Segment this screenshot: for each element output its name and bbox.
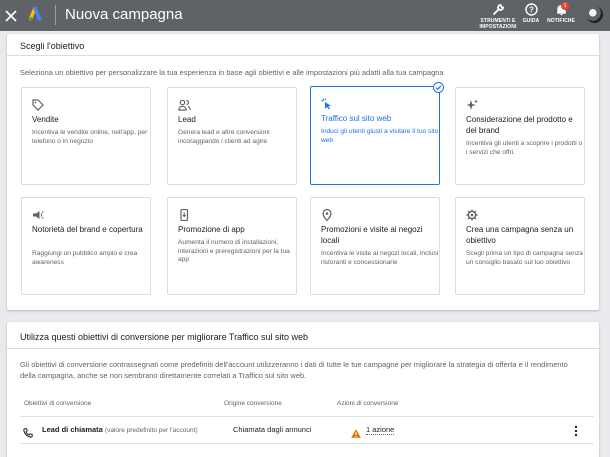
column-header-origin: Origine conversione bbox=[224, 400, 282, 407]
objective-title: Lead bbox=[178, 115, 196, 124]
megaphone-icon bbox=[32, 208, 44, 220]
page-title: Nuova campagna bbox=[65, 6, 183, 23]
objective-description: Genera lead e altre conversioni incoragg… bbox=[178, 129, 270, 145]
tools-settings-button[interactable]: STRUMENTI E IMPOSTAZIONI bbox=[478, 3, 518, 31]
people-icon bbox=[178, 98, 191, 111]
cursor-click-icon bbox=[321, 97, 333, 110]
objective-local-store-visits[interactable]: Promozioni e visite ai negozi locali Inc… bbox=[310, 197, 440, 295]
objective-title: Promozione di app bbox=[178, 225, 245, 234]
objective-description: Incentiva le vendite online, nell'app, p… bbox=[32, 129, 148, 145]
warning-icon bbox=[351, 425, 361, 438]
objective-title: Traffico sul sito web bbox=[321, 114, 392, 123]
conversion-goal-label: Lead di chiamata bbox=[42, 425, 103, 434]
objective-title: Crea una campagna senza un obiettivo bbox=[466, 225, 574, 245]
help-label: GUIDA bbox=[522, 18, 540, 24]
objective-description: Incentiva gli utenti a scoprire i prodot… bbox=[466, 140, 583, 156]
tag-icon bbox=[32, 98, 44, 111]
selected-check-icon bbox=[433, 82, 444, 93]
wrench-icon bbox=[478, 3, 518, 18]
objective-website-traffic[interactable]: Traffico sul sito web Induci gli utenti … bbox=[310, 82, 444, 185]
objective-description: Aumenta il numero di installazioni, inte… bbox=[178, 239, 290, 264]
objective-sales[interactable]: Vendite Incentiva le vendite online, nel… bbox=[21, 87, 151, 185]
objective-section-title: Scegli l'obiettivo bbox=[20, 41, 85, 51]
divider bbox=[7, 348, 599, 349]
objective-no-goal[interactable]: Crea una campagna senza un obiettivo Sce… bbox=[455, 197, 585, 295]
objective-card: Scegli l'obiettivo Seleziona un obiettiv… bbox=[7, 34, 599, 310]
top-bar: Nuova campagna STRUMENTI E IMPOSTAZIONI … bbox=[0, 0, 610, 31]
objective-brand-awareness-reach[interactable]: Notorietà del brand e copertura Raggiung… bbox=[21, 197, 151, 295]
conversion-goal-note: (valore predefinito per l'account) bbox=[104, 427, 198, 434]
objective-title: Vendite bbox=[32, 115, 59, 124]
gear-icon bbox=[466, 208, 478, 221]
notifications-button[interactable]: 1 NOTIFICHE bbox=[546, 2, 576, 31]
phone-icon bbox=[23, 425, 33, 438]
conversion-goal-name: Lead di chiamata (valore predefinito per… bbox=[42, 425, 198, 434]
phone-app-icon bbox=[178, 208, 190, 222]
close-icon[interactable] bbox=[5, 6, 19, 24]
conversion-section-title: Utilizza questi obiettivi di conversione… bbox=[20, 332, 308, 342]
more-vert-icon[interactable] bbox=[573, 424, 579, 437]
objective-description: Raggiungi un pubblico ampio e crea aware… bbox=[32, 250, 138, 266]
objective-title: Notorietà del brand e copertura bbox=[32, 225, 143, 234]
objective-product-brand-consideration[interactable]: Considerazione del prodotto e del brand … bbox=[455, 87, 585, 185]
sparkle-icon bbox=[466, 98, 478, 110]
column-header-goals: Obiettivi di conversione bbox=[24, 400, 92, 407]
notification-badge: 1 bbox=[561, 2, 569, 10]
objective-description: Induci gli utenti giusti a visitare il t… bbox=[321, 128, 439, 144]
conversion-intro: Gli obiettivi di conversione contrassegn… bbox=[20, 360, 568, 380]
conversion-origin: Chiamata dagli annunci bbox=[233, 425, 312, 434]
google-ads-logo-icon bbox=[28, 6, 45, 22]
help-button[interactable]: ? GUIDA bbox=[522, 3, 540, 31]
avatar[interactable] bbox=[586, 6, 603, 23]
objective-intro: Seleziona un obiettivo per personalizzar… bbox=[20, 68, 444, 77]
divider bbox=[7, 55, 599, 56]
conversion-actions-link[interactable]: 1 azione bbox=[366, 425, 395, 435]
tools-label-line2: IMPOSTAZIONI bbox=[479, 24, 517, 30]
help-icon: ? bbox=[522, 3, 540, 18]
location-pin-icon bbox=[321, 208, 333, 222]
conversion-goals-card: Utilizza questi obiettivi di conversione… bbox=[7, 322, 599, 457]
table-row[interactable]: Lead di chiamata (valore predefinito per… bbox=[20, 416, 594, 444]
objective-title: Promozioni e visite ai negozi locali bbox=[321, 225, 423, 245]
svg-text:?: ? bbox=[529, 6, 534, 15]
objective-title: Considerazione del prodotto e del brand bbox=[466, 115, 573, 135]
objective-leads[interactable]: Lead Genera lead e altre conversioni inc… bbox=[167, 87, 297, 185]
column-header-actions: Azioni di conversione bbox=[337, 400, 399, 407]
objective-description: Scegli prima un tipo di campagna senza u… bbox=[466, 250, 583, 266]
notifications-label: NOTIFICHE bbox=[547, 18, 575, 24]
objective-app-promotion[interactable]: Promozione di app Aumenta il numero di i… bbox=[167, 197, 297, 295]
header-divider bbox=[55, 5, 56, 25]
objective-description: Incentiva le visite ai negozi locali, in… bbox=[321, 250, 439, 266]
